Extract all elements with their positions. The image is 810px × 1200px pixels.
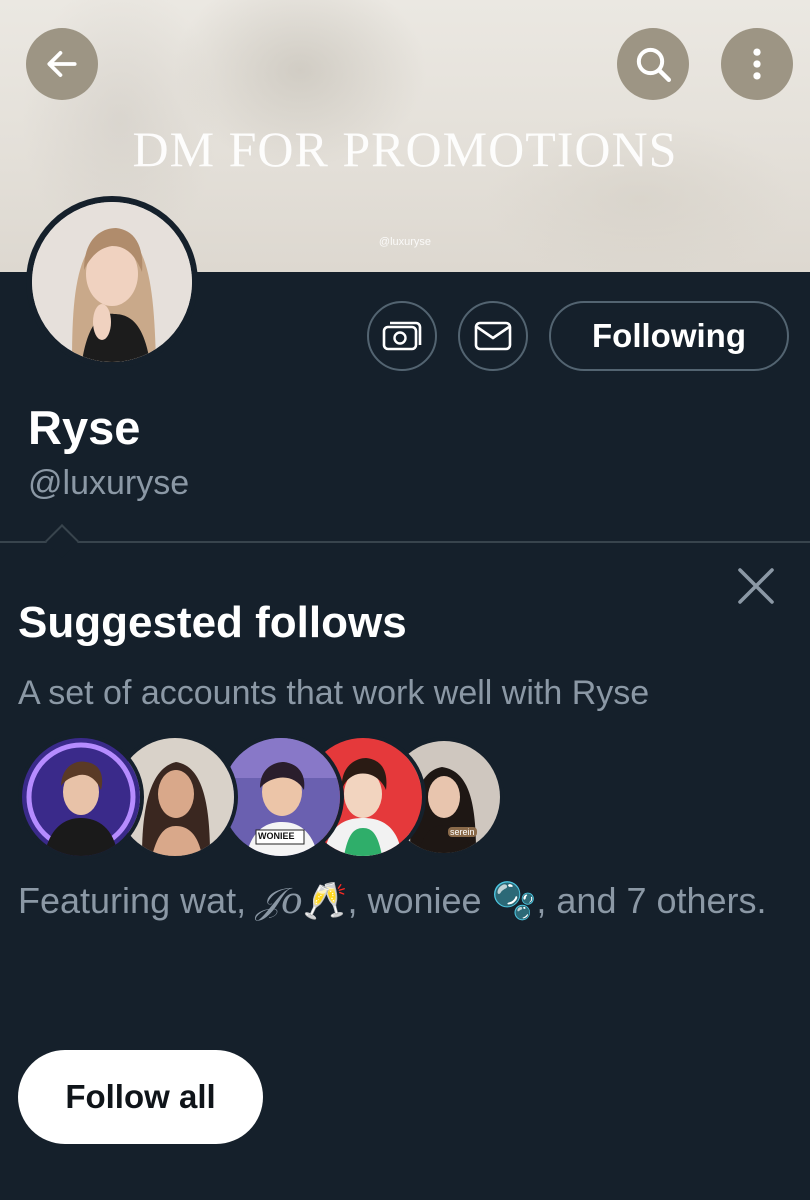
featuring-suffix: , and 7 others.	[536, 880, 767, 921]
display-name: Ryse	[28, 401, 141, 454]
divider-notch	[45, 524, 79, 558]
more-vertical-icon	[753, 48, 761, 80]
suggested-avatars[interactable]: WONIEE serein	[18, 734, 504, 860]
money-icon	[382, 321, 422, 351]
profile-avatar[interactable]	[26, 196, 198, 368]
featuring-middle: , woniee	[347, 880, 492, 921]
message-button[interactable]	[458, 301, 528, 371]
banner-title: DM FOR PROMOTIONS	[132, 121, 678, 177]
more-button[interactable]	[721, 28, 793, 100]
bubbles-emoji: 🫧	[491, 880, 537, 921]
search-button[interactable]	[617, 28, 689, 100]
envelope-icon	[474, 321, 512, 351]
avatar	[32, 202, 192, 362]
follow-all-button[interactable]: Follow all	[18, 1050, 263, 1144]
featuring-name-glyph: 𝒥𝑜	[256, 881, 303, 922]
featuring-prefix: Featuring wat,	[18, 880, 257, 921]
champagne-emoji: 🥂	[302, 880, 348, 921]
suggested-avatar[interactable]	[18, 734, 144, 860]
suggested-follows-subtitle: A set of accounts that work well with Ry…	[18, 674, 650, 712]
search-icon	[636, 47, 671, 83]
back-button[interactable]	[26, 28, 98, 100]
dismiss-suggestions-button[interactable]	[734, 564, 778, 608]
section-divider	[0, 541, 810, 543]
featuring-text: Featuring wat, 𝒥𝑜🥂, woniee 🫧, and 7 othe…	[18, 874, 778, 929]
tip-button[interactable]	[367, 301, 437, 371]
handle: @luxuryse	[28, 464, 190, 502]
woniee-sticker-label: WONIEE	[258, 831, 295, 841]
following-button[interactable]: Following	[549, 301, 789, 371]
close-icon	[738, 568, 774, 604]
arrow-left-icon	[47, 51, 77, 77]
suggested-follows-title: Suggested follows	[18, 598, 407, 647]
avatar-image	[32, 202, 192, 362]
serein-sticker-label: serein	[448, 827, 477, 837]
